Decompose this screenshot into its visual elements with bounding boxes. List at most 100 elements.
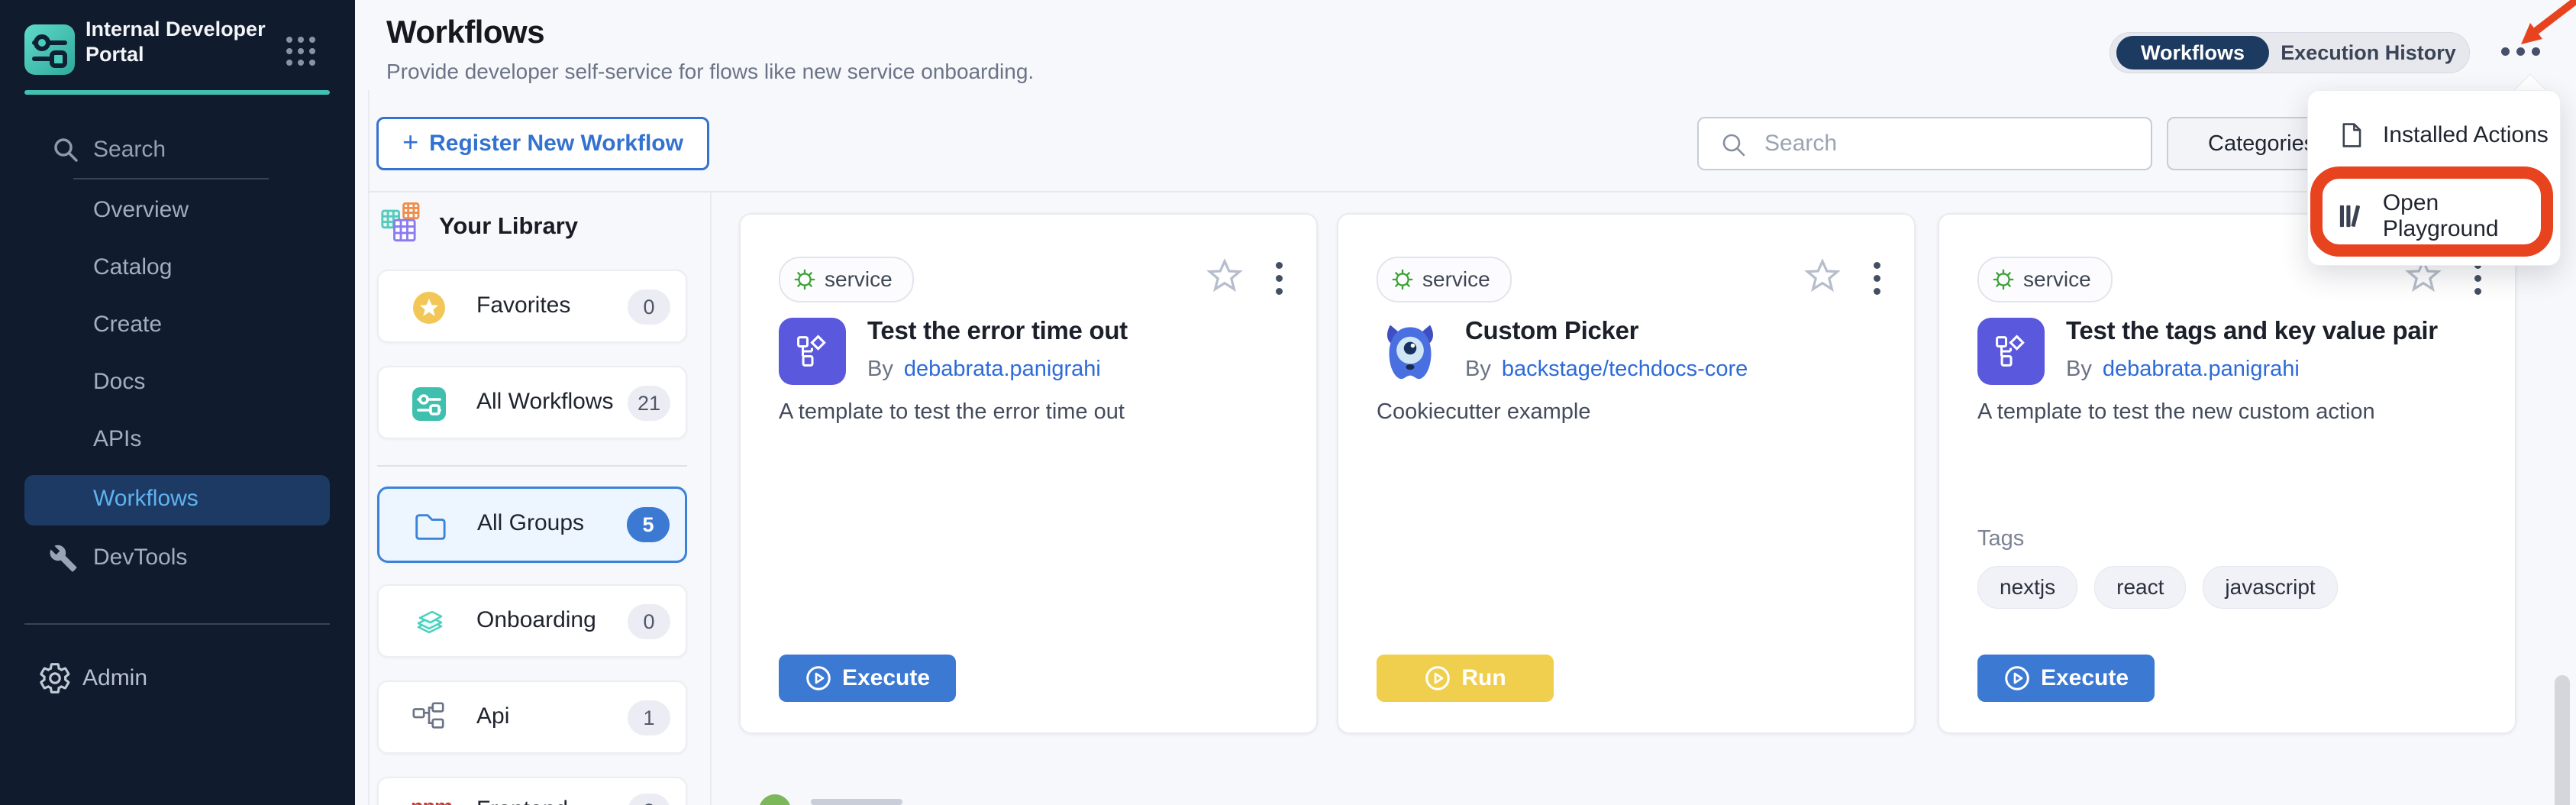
count-badge-selected: 5 <box>627 507 670 542</box>
sidebar-divider-bottom <box>24 623 330 625</box>
card-title: Test the tags and key value pair <box>2066 316 2438 345</box>
count-badge: 0 <box>628 604 670 639</box>
run-button[interactable]: Run <box>1377 655 1554 702</box>
library-item-label: Onboarding <box>476 607 596 633</box>
card-byline: Bydebabrata.panigrahi <box>867 357 1101 382</box>
toggle-execution-history[interactable]: Execution History <box>2277 36 2460 70</box>
author-link[interactable]: backstage/techdocs-core <box>1502 357 1748 381</box>
library-item-api[interactable]: Api 1 <box>377 681 687 754</box>
sidebar-item-workflows[interactable]: Workflows <box>24 475 330 525</box>
library-item-all-workflows[interactable]: All Workflows 21 <box>377 366 687 439</box>
content-left-border <box>368 90 370 805</box>
by-label: By <box>2066 357 2092 381</box>
sidebar-item-overview[interactable]: Overview <box>93 195 189 225</box>
sidebar-item-catalog[interactable]: Catalog <box>93 252 172 283</box>
page-subtitle: Provide developer self-service for flows… <box>386 60 1034 84</box>
library-item-label: All Groups <box>477 510 584 536</box>
sidebar-item-create[interactable]: Create <box>93 309 162 340</box>
play-icon <box>1424 664 1451 692</box>
workflow-avatar <box>1377 318 1444 385</box>
sidebar-item-admin[interactable]: Admin <box>82 663 147 693</box>
execute-button[interactable]: Execute <box>1977 655 2155 702</box>
run-label: Run <box>1461 665 1506 691</box>
register-workflow-button[interactable]: + Register New Workflow <box>376 117 709 170</box>
gear-icon <box>1993 269 2014 290</box>
next-section-icon <box>759 794 791 805</box>
tag-chip: nextjs <box>1977 566 2077 609</box>
monster-icon <box>1377 316 1444 386</box>
flow-icon <box>792 331 832 371</box>
tags-label: Tags <box>1977 526 2024 551</box>
kind-chip-label: service <box>1422 267 1490 292</box>
card-title: Test the error time out <box>867 316 1128 345</box>
library-item-label: Frontend <box>476 797 568 805</box>
sidebar-item-docs[interactable]: Docs <box>93 367 145 397</box>
search-icon <box>52 136 79 163</box>
kind-chip-label: service <box>825 267 893 292</box>
execute-button[interactable]: Execute <box>779 655 956 702</box>
scrollbar-thumb[interactable] <box>2555 675 2570 805</box>
workflow-card[interactable]: service Test the error time out Bydebabr… <box>739 213 1318 734</box>
count-badge: 1 <box>628 700 670 735</box>
workflow-card[interactable]: service Test the tags and key value pair… <box>1938 213 2516 734</box>
page-title: Workflows <box>386 14 544 50</box>
play-icon <box>805 664 832 692</box>
kind-chip: service <box>1377 257 1512 302</box>
card-menu-button[interactable] <box>2474 262 2481 295</box>
workflow-avatar <box>779 318 846 385</box>
card-description: Cookiecutter example <box>1377 396 1865 427</box>
gear-icon <box>794 269 815 290</box>
toggle-workflows[interactable]: Workflows <box>2116 36 2269 70</box>
card-byline: By backstage/techdocs-core <box>1465 357 1748 382</box>
app-grid-icon[interactable] <box>286 37 315 66</box>
card-description: A template to test the new custom action <box>1977 396 2466 427</box>
app-logo[interactable] <box>24 24 75 75</box>
library-item-label: Favorites <box>476 293 570 318</box>
panel-divider <box>710 191 712 805</box>
favorite-star-button[interactable] <box>1804 257 1841 294</box>
author-link[interactable]: debabrata.panigrahi <box>904 357 1101 381</box>
sidebar-item-devtools[interactable]: DevTools <box>93 542 187 573</box>
workflow-card[interactable]: service Custom Picker By backstage/techdo… <box>1337 213 1916 734</box>
logo-glyph <box>24 24 75 75</box>
tag-chip: react <box>2094 566 2186 609</box>
sidebar-item-apis[interactable]: APIs <box>93 424 141 454</box>
app-title: Internal Developer Portal <box>86 17 292 67</box>
count-badge: 21 <box>628 386 670 421</box>
library-item-label: All Workflows <box>476 389 613 415</box>
kind-chip-label: service <box>2023 267 2091 292</box>
favorite-star-button[interactable] <box>1206 257 1243 294</box>
library-item-favorites[interactable]: Favorites 0 <box>377 270 687 343</box>
flow-icon <box>1991 331 2031 371</box>
count-badge: 0 <box>628 289 670 325</box>
author-link[interactable]: debabrata.panigrahi <box>2103 357 2300 381</box>
by-label: By <box>1465 357 1491 381</box>
sidebar-divider <box>73 178 269 179</box>
library-title: Your Library <box>439 212 578 240</box>
search-input[interactable] <box>1763 121 2132 166</box>
stack-icon <box>411 604 447 641</box>
app-window: Internal Developer Portal Search Overvie… <box>0 0 2576 805</box>
wrench-icon <box>49 544 78 577</box>
execute-label: Execute <box>2041 665 2129 691</box>
menu-item-installed-actions[interactable]: Installed Actions <box>2308 111 2560 160</box>
sidebar-search-label[interactable]: Search <box>93 134 166 165</box>
library-item-onboarding[interactable]: Onboarding 0 <box>377 584 687 658</box>
card-menu-button[interactable] <box>1276 262 1283 295</box>
card-menu-button[interactable] <box>1874 262 1880 295</box>
execute-label: Execute <box>842 665 930 691</box>
register-workflow-label: Register New Workflow <box>429 131 683 157</box>
card-title: Custom Picker <box>1465 316 1638 345</box>
workflow-avatar <box>1977 318 2045 385</box>
library-item-all-groups[interactable]: All Groups 5 <box>377 487 687 563</box>
file-icon <box>2339 122 2365 148</box>
npm-icon: npm <box>411 795 447 805</box>
tree-icon <box>411 700 447 737</box>
next-section-text-sliver <box>811 799 902 805</box>
tag-chip: javascript <box>2203 566 2337 609</box>
gear-icon <box>38 661 72 699</box>
library-item-frontend[interactable]: npm Frontend 3 <box>377 777 687 805</box>
sidebar: Internal Developer Portal Search Overvie… <box>0 0 355 805</box>
library-cubes-icon <box>379 202 423 246</box>
sidebar-search[interactable] <box>52 136 79 167</box>
